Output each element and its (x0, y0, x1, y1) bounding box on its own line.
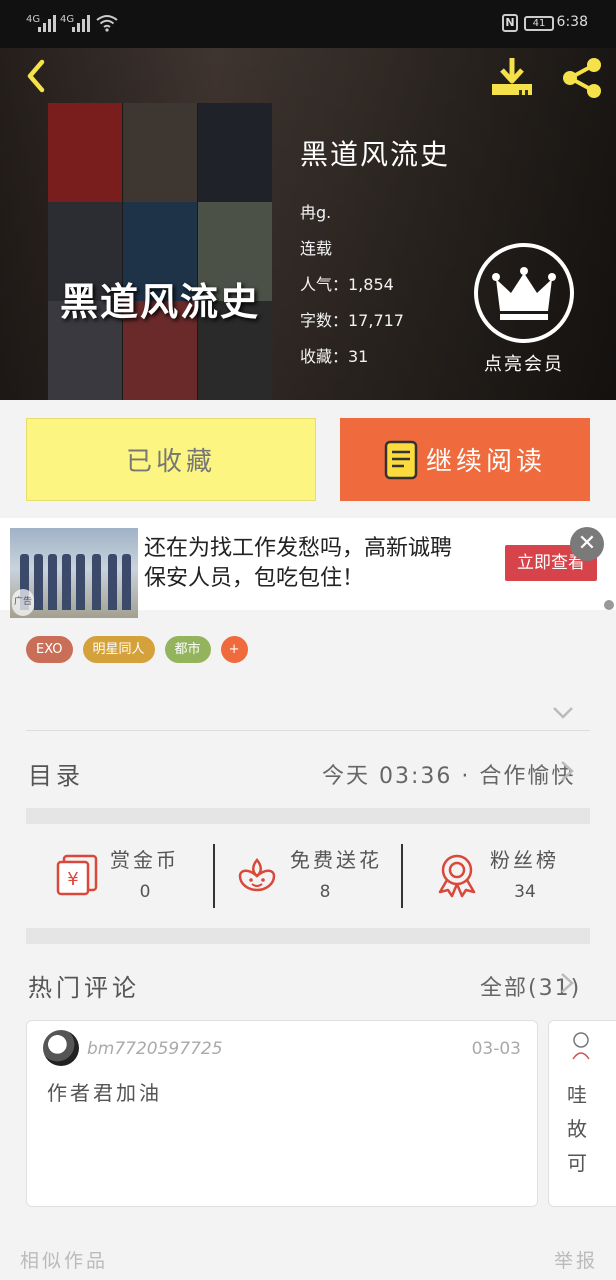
add-tag-button[interactable]: + (220, 636, 248, 663)
avatar[interactable] (43, 1030, 79, 1066)
ad-tag: 广告 (12, 589, 35, 616)
wifi-icon (96, 15, 118, 32)
cell-signal-icon (38, 14, 58, 32)
chevron-right-icon[interactable] (560, 972, 574, 994)
ad-image: 广告 (10, 528, 138, 618)
red-envelope-icon: ¥ (56, 854, 98, 896)
comment-username[interactable]: bm7720597725 (87, 1039, 223, 1059)
download-icon[interactable] (488, 54, 536, 102)
tag-list: EXO 明星同人 都市 + (26, 636, 248, 663)
stat-value: 8 (319, 882, 331, 902)
vip-label[interactable]: 点亮会员 (474, 350, 574, 376)
continue-label: 继续阅读 (425, 447, 546, 477)
collected-button[interactable]: 已收藏 (26, 418, 316, 501)
close-icon[interactable]: ✕ (570, 527, 604, 561)
chevron-down-icon[interactable] (552, 706, 574, 720)
comment-card[interactable]: bm7720597725 03-03 作者君加油 (26, 1020, 538, 1207)
comment-text-fragment: 故 (567, 1117, 587, 1141)
book-status: 连载 (300, 239, 333, 258)
collected-label: 已收藏 (125, 447, 216, 477)
tag-urban[interactable]: 都市 (164, 636, 211, 663)
book-icon (384, 440, 418, 479)
divider (401, 844, 403, 908)
svg-text:¥: ¥ (67, 869, 78, 890)
share-icon[interactable] (558, 54, 606, 102)
medal-icon (438, 854, 476, 898)
ad-text: 还在为找工作发愁吗，高新诚聘 保安人员，包吃包住！ (144, 534, 452, 594)
flower-icon (238, 858, 276, 892)
stat-label: 赏金币 (110, 848, 179, 872)
stat-value: 34 (514, 882, 536, 902)
nfc-icon: N (502, 14, 518, 32)
comment-card-peek[interactable]: 哇 故 可 (548, 1020, 616, 1207)
crown-icon (492, 267, 556, 320)
fan-ranking[interactable]: 粉丝榜 34 (434, 838, 590, 914)
book-author[interactable]: 冉g. (300, 195, 450, 231)
avatar[interactable] (569, 1031, 593, 1061)
book-header: 黑道风流史 黑道风流史 冉g. 连载 人气：1,854 字数：17,717 收藏… (0, 48, 616, 400)
stat-label: 粉丝榜 (490, 848, 559, 872)
comment-text: 作者君加油 (47, 1081, 162, 1105)
book-favorites: 收藏：31 (300, 347, 369, 366)
tag-star-fanfic[interactable]: 明星同人 (82, 636, 155, 663)
section-gap (26, 928, 590, 944)
vip-button[interactable] (474, 243, 574, 343)
battery-icon: 41 (524, 16, 554, 31)
stat-label: 免费送花 (290, 848, 382, 872)
catalog-title[interactable]: 目录 (28, 756, 84, 791)
cell-signal-icon (72, 14, 92, 32)
similar-works-link[interactable]: 相似作品 (20, 1246, 108, 1273)
hot-comments-title: 热门评论 (28, 974, 140, 1002)
tag-exo[interactable]: EXO (26, 636, 73, 663)
stat-value: 0 (139, 882, 151, 902)
book-info: 黑道风流史 冉g. 连载 人气：1,854 字数：17,717 收藏：31 (300, 133, 450, 375)
ad-line-2: 保安人员，包吃包住！ (144, 566, 365, 591)
divider (26, 730, 590, 731)
book-cover[interactable]: 黑道风流史 (48, 103, 272, 400)
free-flowers[interactable]: 免费送花 8 (234, 838, 404, 914)
battery-level: 41 (532, 18, 546, 29)
comment-date: 03-03 (471, 1039, 521, 1059)
status-bar: 4G 4G N 41 6:38 (0, 0, 616, 48)
cover-title: 黑道风流史 (59, 279, 260, 324)
back-arrow-icon[interactable] (18, 56, 58, 96)
section-gap (26, 808, 590, 824)
divider (213, 844, 215, 908)
book-title: 黑道风流史 (300, 138, 451, 171)
reward-coins[interactable]: ¥ 赏金币 0 (54, 838, 224, 914)
comment-text-fragment: 可 (567, 1151, 587, 1175)
stats-row: ¥ 赏金币 0 免费送花 8 粉丝榜 34 (26, 838, 590, 914)
book-word-count: 字数：17,717 (300, 311, 404, 330)
report-link[interactable]: 举报 (554, 1246, 598, 1273)
comment-text-fragment: 哇 (567, 1083, 587, 1107)
catalog-latest[interactable]: 今天 03:36 · 合作愉快 (322, 758, 575, 790)
ad-info-icon[interactable] (604, 600, 614, 610)
ad-line-1: 还在为找工作发愁吗，高新诚聘 (144, 536, 453, 561)
book-popularity: 人气：1,854 (300, 275, 394, 294)
clock: 6:38 (556, 14, 588, 30)
continue-reading-button[interactable]: 继续阅读 (340, 418, 590, 501)
chevron-right-icon[interactable] (560, 760, 574, 782)
